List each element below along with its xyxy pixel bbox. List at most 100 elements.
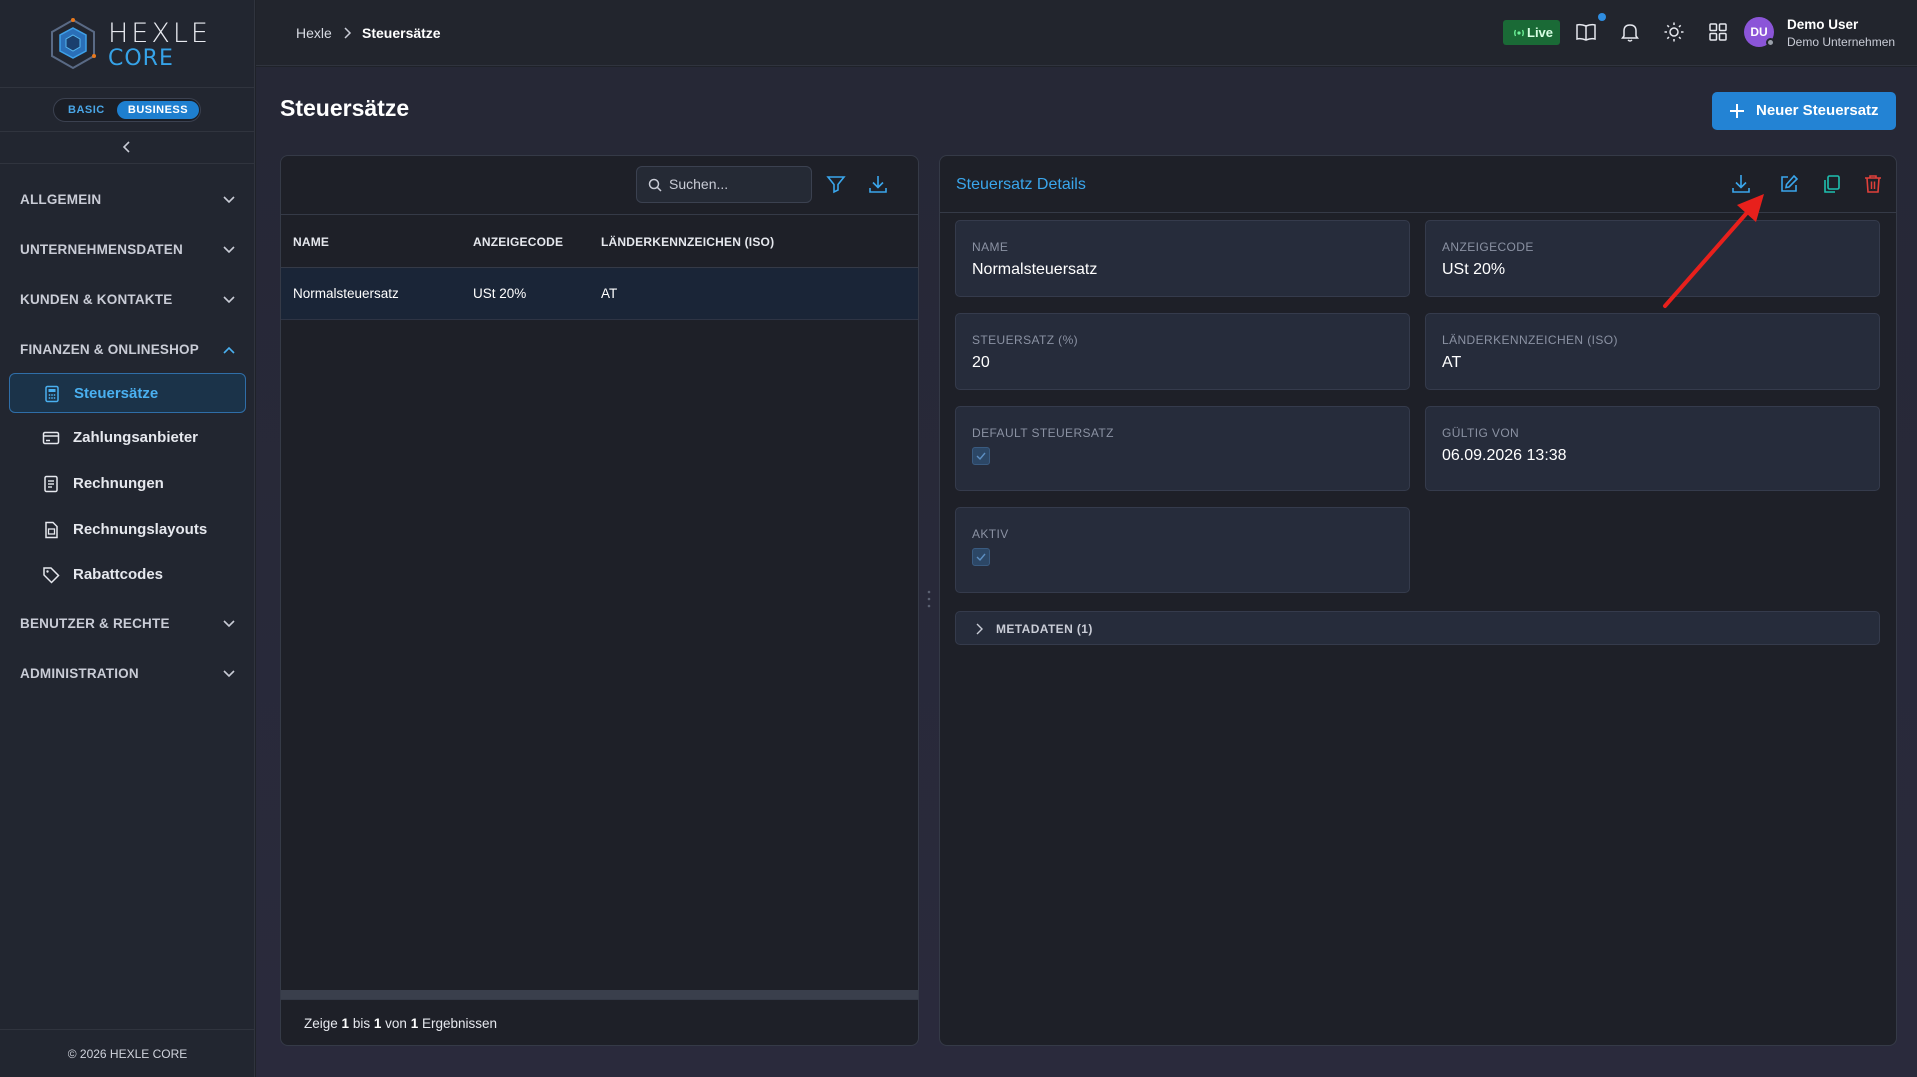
status-indicator bbox=[1766, 38, 1775, 47]
chevron-down-icon bbox=[223, 620, 235, 628]
field-name: NAME Normalsteuersatz bbox=[955, 220, 1410, 297]
field-label: STEUERSATZ (%) bbox=[972, 333, 1079, 347]
divider bbox=[940, 212, 1896, 213]
checkmark-icon bbox=[976, 553, 986, 562]
sidebar-item-label: Zahlungsanbieter bbox=[73, 429, 199, 446]
sidebar-item-label: Rechnungslayouts bbox=[73, 521, 208, 538]
horizontal-scrollbar[interactable] bbox=[281, 990, 918, 999]
sidebar-item-steuersaetze[interactable]: Steuersätze bbox=[9, 373, 246, 413]
field-label: GÜLTIG VON bbox=[1442, 426, 1520, 440]
nav-section-finanzen-onlineshop[interactable]: FINANZEN & ONLINESHOP bbox=[20, 342, 236, 362]
field-steuersatz: STEUERSATZ (%) 20 bbox=[955, 313, 1410, 390]
tax-rate-list-panel: NAME ANZEIGECODE LÄNDERKENNZEICHEN (ISO)… bbox=[280, 155, 919, 1046]
metadata-toggle[interactable]: METADATEN (1) bbox=[955, 611, 1880, 645]
book-icon[interactable] bbox=[1575, 21, 1597, 43]
sidebar-item-rabattcodes[interactable]: Rabattcodes bbox=[9, 555, 246, 595]
new-tax-rate-button[interactable]: Neuer Steuersatz bbox=[1712, 92, 1896, 130]
tax-rate-detail-panel: Steuersatz Details NAME Normalsteuersatz… bbox=[939, 155, 1897, 1046]
search-icon bbox=[648, 178, 662, 192]
breadcrumb-current: Steuersätze bbox=[362, 25, 441, 41]
column-header-iso[interactable]: LÄNDERKENNZEICHEN (ISO) bbox=[601, 235, 774, 249]
chevron-right-icon bbox=[976, 623, 983, 635]
nav-section-unternehmensdaten[interactable]: UNTERNEHMENSDATEN bbox=[20, 242, 236, 262]
cell-iso: AT bbox=[601, 286, 618, 301]
sidebar: HEXLE CORE BASIC BUSINESS ALLGEMEIN UNTE… bbox=[0, 0, 255, 1077]
edit-icon[interactable] bbox=[1778, 173, 1800, 195]
plan-switch-area: BASIC BUSINESS bbox=[0, 88, 254, 132]
trash-icon[interactable] bbox=[1862, 173, 1884, 195]
table-row[interactable]: Normalsteuersatz USt 20% AT bbox=[281, 268, 918, 320]
field-label: AKTIV bbox=[972, 527, 1009, 541]
active-checkbox bbox=[972, 548, 990, 566]
new-tax-rate-label: Neuer Steuersatz bbox=[1756, 102, 1879, 119]
user-company: Demo Unternehmen bbox=[1787, 35, 1896, 49]
hexagon-logo-icon bbox=[51, 18, 96, 70]
download-icon[interactable] bbox=[1730, 173, 1752, 195]
nav-section-benutzer-rechte[interactable]: BENUTZER & RECHTE bbox=[20, 616, 236, 636]
main-content: Steuersätze Neuer Steuersatz NAME ANZEIG… bbox=[256, 67, 1917, 1077]
chevron-up-icon bbox=[223, 346, 235, 354]
nav-section-label: ADMINISTRATION bbox=[20, 666, 139, 681]
nav-section-label: FINANZEN & ONLINESHOP bbox=[20, 342, 199, 357]
live-label: Live bbox=[1527, 25, 1554, 40]
field-aktiv: AKTIV bbox=[955, 507, 1410, 593]
sidebar-item-label: Steuersätze bbox=[74, 385, 159, 402]
plus-icon bbox=[1730, 104, 1744, 118]
user-name[interactable]: Demo User bbox=[1787, 17, 1858, 32]
nav-section-administration[interactable]: ADMINISTRATION bbox=[20, 666, 236, 686]
table-header: NAME ANZEIGECODE LÄNDERKENNZEICHEN (ISO) bbox=[281, 214, 918, 268]
logo-subtext: CORE bbox=[108, 46, 174, 71]
plan-business-option[interactable]: BUSINESS bbox=[117, 101, 199, 119]
plan-toggle[interactable]: BASIC BUSINESS bbox=[53, 98, 201, 122]
field-value: 20 bbox=[972, 354, 990, 371]
column-header-name[interactable]: NAME bbox=[293, 235, 329, 249]
sidebar-item-zahlungsanbieter[interactable]: Zahlungsanbieter bbox=[9, 418, 246, 458]
sun-icon[interactable] bbox=[1663, 21, 1685, 43]
detail-title: Steuersatz Details bbox=[956, 176, 1086, 193]
nav-section-label: ALLGEMEIN bbox=[20, 192, 102, 207]
cell-name: Normalsteuersatz bbox=[293, 286, 399, 301]
field-value: AT bbox=[1442, 354, 1462, 371]
copy-icon[interactable] bbox=[1821, 173, 1843, 195]
nav-section-kunden-kontakte[interactable]: KUNDEN & KONTAKTE bbox=[20, 292, 236, 312]
sidebar-item-rechnungslayouts[interactable]: Rechnungslayouts bbox=[9, 510, 246, 550]
chevron-down-icon bbox=[223, 670, 235, 678]
search-input[interactable] bbox=[669, 176, 804, 192]
field-label: NAME bbox=[972, 240, 1009, 254]
field-label: ANZEIGECODE bbox=[1442, 240, 1534, 254]
download-icon[interactable] bbox=[868, 174, 888, 194]
metadata-label: METADATEN (1) bbox=[996, 622, 1093, 636]
panel-resize-handle[interactable] bbox=[927, 589, 931, 609]
checkmark-icon bbox=[976, 452, 986, 461]
credit-card-icon bbox=[42, 431, 60, 445]
logo[interactable]: HEXLE CORE bbox=[0, 0, 254, 88]
nav-section-allgemein[interactable]: ALLGEMEIN bbox=[20, 192, 236, 212]
pagination-summary: Zeige 1 bis 1 von 1 Ergebnissen bbox=[304, 1016, 498, 1031]
notification-dot bbox=[1598, 13, 1606, 21]
column-header-code[interactable]: ANZEIGECODE bbox=[473, 235, 563, 249]
calculator-icon bbox=[45, 385, 59, 403]
sidebar-item-label: Rabattcodes bbox=[73, 566, 164, 583]
chevron-down-icon bbox=[223, 246, 235, 254]
field-value: Normalsteuersatz bbox=[972, 261, 1098, 278]
breadcrumb-home[interactable]: Hexle bbox=[296, 25, 332, 41]
sidebar-item-label: Rechnungen bbox=[73, 475, 164, 492]
filter-icon[interactable] bbox=[826, 174, 846, 194]
sidebar-collapse-button[interactable] bbox=[0, 132, 254, 164]
tag-icon bbox=[43, 567, 60, 584]
copyright: © 2026 HEXLE CORE bbox=[0, 1029, 255, 1077]
field-laenderkennzeichen: LÄNDERKENNZEICHEN (ISO) AT bbox=[1425, 313, 1880, 390]
live-badge[interactable]: Live bbox=[1503, 20, 1560, 45]
plan-basic-option[interactable]: BASIC bbox=[68, 104, 105, 116]
search-box[interactable] bbox=[636, 166, 812, 203]
document-layout-icon bbox=[45, 521, 58, 539]
chevron-down-icon bbox=[223, 296, 235, 304]
chevron-right-icon bbox=[344, 27, 352, 39]
field-label: DEFAULT STEUERSATZ bbox=[972, 426, 1114, 440]
apps-grid-icon[interactable] bbox=[1707, 21, 1729, 43]
page-title: Steuersätze bbox=[280, 95, 410, 121]
chevron-left-icon bbox=[122, 141, 130, 153]
bell-icon[interactable] bbox=[1619, 21, 1641, 43]
cell-code: USt 20% bbox=[473, 286, 527, 301]
sidebar-item-rechnungen[interactable]: Rechnungen bbox=[9, 464, 246, 504]
